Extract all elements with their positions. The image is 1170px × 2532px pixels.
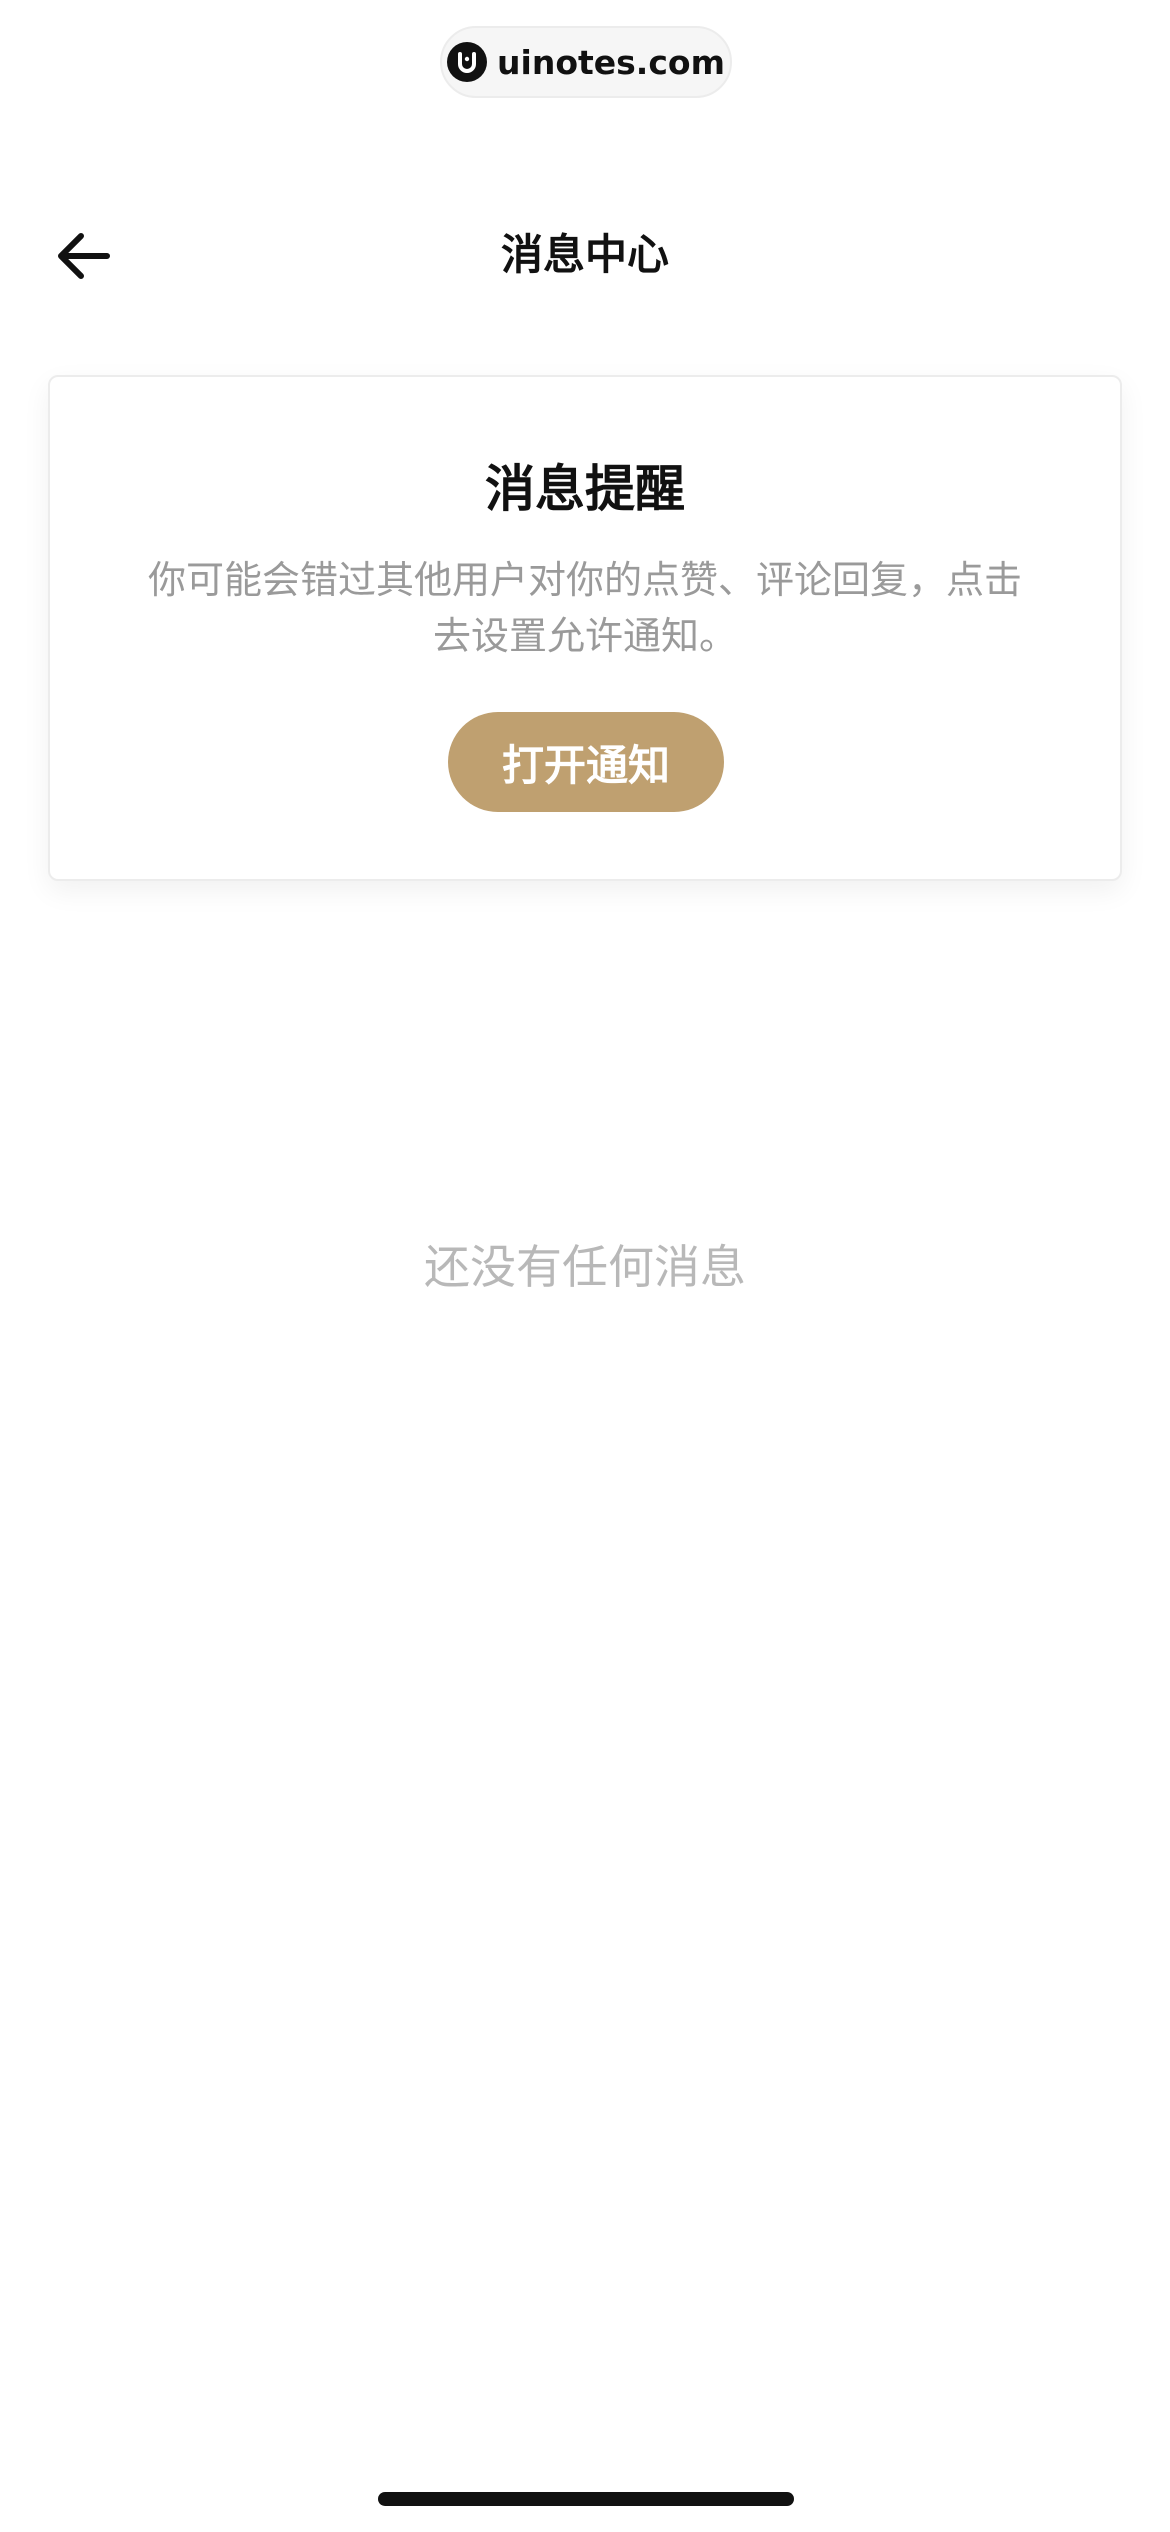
navigation-bar: 消息中心 [0,205,1170,305]
uinotes-logo-icon [447,42,488,82]
card-description: 你可能会错过其他用户对你的点赞、评论回复，点击去设置允许通知。 [147,558,1022,658]
card-title: 消息提醒 [485,460,685,518]
empty-state-text: 还没有任何消息 [424,1240,746,1294]
watermark-site-text: uinotes.com [497,42,725,82]
notification-reminder-card: 消息提醒 你可能会错过其他用户对你的点赞、评论回复，点击去设置允许通知。 打开通… [48,375,1122,881]
open-notification-button[interactable]: 打开通知 [448,712,724,812]
watermark-badge: uinotes.com [440,26,732,98]
page-title: 消息中心 [500,230,669,279]
home-indicator[interactable] [378,2492,794,2506]
